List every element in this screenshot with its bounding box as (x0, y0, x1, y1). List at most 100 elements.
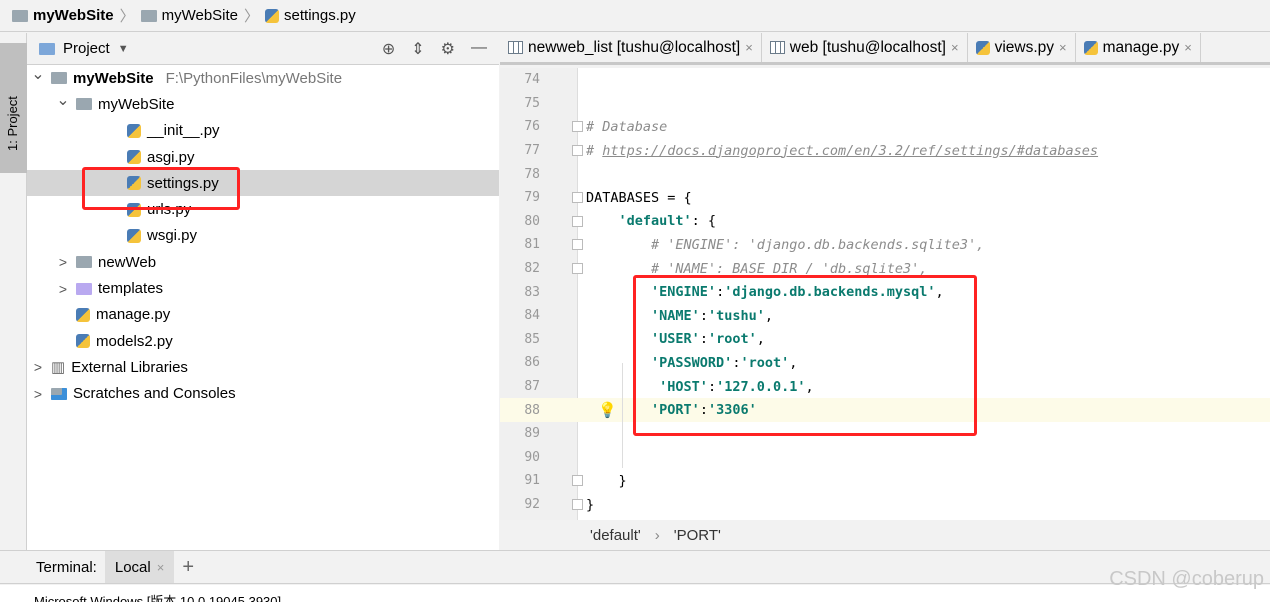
collapse-all-icon[interactable]: ⇕ (411, 39, 424, 59)
tree-item[interactable]: > templates (27, 275, 499, 301)
code-line: 77 # https://docs.djangoproject.com/en/3.… (500, 139, 1270, 163)
python-file-icon (76, 334, 90, 349)
code-text: 'default': { (618, 213, 717, 230)
code-line: 74 (500, 68, 1270, 92)
hide-icon[interactable]: — (471, 39, 487, 59)
tree-item-label: myWebSite (98, 95, 175, 113)
line-number: 88 (524, 402, 540, 418)
tree-item[interactable]: __init__.py (27, 118, 499, 144)
editor-tabs: newweb_list [tushu@localhost] × web [tushu… (500, 33, 1270, 65)
editor-tab[interactable]: manage.py × (1076, 33, 1201, 62)
code-line: 81 # 'ENGINE': 'django.db.backends.sqlit… (500, 233, 1270, 257)
breadcrumb-project[interactable]: myWebSite (12, 7, 114, 24)
breadcrumb-label: myWebSite (161, 7, 239, 24)
project-view-selector[interactable]: Project (63, 40, 110, 57)
fold-marker-icon[interactable] (572, 263, 583, 275)
line-number: 76 (524, 119, 540, 135)
tree-item[interactable]: models2.py (27, 328, 499, 354)
close-icon[interactable]: × (951, 40, 959, 55)
close-icon[interactable]: × (157, 560, 165, 575)
fold-marker-icon[interactable] (572, 239, 583, 251)
code-line: 75 (500, 92, 1270, 116)
code-text: # Database (586, 118, 668, 135)
editor-breadcrumb-item[interactable]: 'default' (590, 527, 641, 544)
line-number: 74 (524, 72, 540, 88)
editor-breadcrumb-item[interactable]: 'PORT' (674, 527, 721, 544)
gear-icon[interactable]: ⚙ (441, 39, 455, 59)
fold-marker-icon[interactable] (572, 499, 583, 511)
code-line: 90 (500, 446, 1270, 470)
editor-tab[interactable]: web [tushu@localhost] × (762, 33, 968, 62)
fold-marker-icon[interactable] (572, 192, 583, 204)
line-number: 78 (524, 166, 540, 182)
terminal-bar: Terminal: Local × + (0, 550, 1270, 584)
python-icon (975, 40, 990, 55)
editor-tab-label: views.py (994, 38, 1054, 56)
close-icon[interactable]: × (745, 40, 753, 55)
line-number: 85 (524, 331, 540, 347)
code-line: 92} (500, 493, 1270, 517)
chevron-right-icon[interactable]: > (31, 386, 45, 402)
fold-marker-icon[interactable] (572, 215, 583, 227)
fold-marker-icon[interactable] (572, 145, 583, 157)
fold-marker-icon[interactable] (572, 121, 583, 133)
editor-tab[interactable]: newweb_list [tushu@localhost] × (500, 33, 762, 62)
python-icon (265, 8, 280, 23)
tree-item-label: __init__.py (147, 122, 220, 140)
terminal-tab-label: Local (114, 558, 151, 576)
editor-tab[interactable]: views.py × (968, 33, 1076, 62)
tree-item[interactable]: wsgi.py (27, 223, 499, 249)
chevron-down-icon[interactable]: ⌄ (56, 90, 70, 110)
folder-icon (51, 72, 67, 85)
folder-icon (12, 9, 28, 22)
close-icon[interactable]: × (1184, 40, 1192, 55)
line-number: 89 (524, 426, 540, 442)
project-header: Project ▼ ⊕ ⇕ ⚙ — (27, 33, 499, 65)
project-tool-tab[interactable]: 1: Project (0, 43, 27, 173)
line-number: 92 (524, 497, 540, 513)
watermark: CSDN @coberup (1109, 568, 1264, 590)
editor-tab-label: newweb_list [tushu@localhost] (528, 38, 741, 56)
chevron-right-icon[interactable]: > (56, 281, 70, 297)
python-icon (1083, 40, 1098, 55)
line-number: 81 (524, 237, 540, 253)
tree-item[interactable]: > Scratches and Consoles (27, 381, 499, 407)
project-view-icon (39, 42, 55, 55)
locate-icon[interactable]: ⊕ (382, 39, 395, 59)
fold-marker-icon[interactable] (572, 475, 583, 487)
tool-window-strip: 1: Project (0, 33, 27, 550)
tree-item[interactable]: > newWeb (27, 249, 499, 275)
chevron-down-icon[interactable]: ⌄ (31, 64, 45, 84)
chevron-right-icon[interactable]: > (31, 359, 45, 375)
code-line: 79 DATABASES = { (500, 186, 1270, 210)
chevron-right-icon[interactable]: > (56, 254, 70, 270)
lightbulb-icon[interactable]: 💡 (598, 401, 617, 419)
python-file-icon (127, 123, 141, 138)
close-icon[interactable]: × (1059, 40, 1067, 55)
table-icon (508, 41, 523, 54)
tree-item[interactable]: ⌄ myWebSite F:\PythonFiles\myWebSite (27, 65, 499, 91)
tree-item[interactable]: manage.py (27, 302, 499, 328)
tree-item[interactable]: > ▥ External Libraries (27, 354, 499, 380)
add-terminal-icon[interactable]: + (182, 556, 194, 579)
tree-item-label: wsgi.py (147, 227, 198, 245)
editor-tab-label: manage.py (1102, 38, 1180, 56)
folder-icon (76, 256, 92, 269)
terminal-tab-local[interactable]: Local × (104, 551, 175, 583)
folder-icon (140, 9, 157, 22)
code-line: 78 (500, 162, 1270, 186)
line-number: 79 (524, 190, 540, 206)
tree-item[interactable]: ⌄ myWebSite (27, 91, 499, 117)
python-file-icon (76, 307, 90, 322)
code-editor[interactable]: 74 75 76 # Database 77 # https://docs.djangop… (500, 68, 1270, 520)
highlight-box (633, 275, 977, 436)
breadcrumb-package[interactable]: myWebSite (140, 7, 239, 24)
breadcrumb-file[interactable]: settings.py (265, 7, 356, 24)
code-line: 91 } (500, 469, 1270, 493)
terminal-output[interactable]: Microsoft Windows [版本 10.0.19045.3930] (0, 585, 1270, 602)
line-number: 82 (524, 261, 540, 277)
folder-icon (76, 98, 92, 111)
chevron-down-icon[interactable]: ▼ (118, 43, 129, 55)
line-number: 87 (524, 379, 540, 395)
table-icon (769, 41, 785, 54)
